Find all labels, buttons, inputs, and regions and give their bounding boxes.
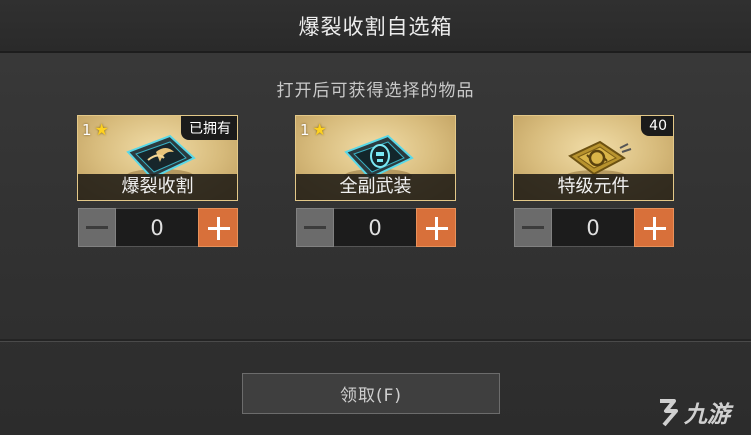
quantity-value[interactable]: 0 [552, 208, 634, 247]
star-icon: ★ [94, 120, 109, 139]
item-quantity: 1 ★ [82, 120, 109, 139]
claim-button[interactable]: 领取(F) [242, 373, 500, 414]
selection-box-panel: 爆裂收割自选箱 打开后可获得选择的物品 1 ★ 已拥有 爆裂收割 0 1 ★ 全… [0, 0, 751, 435]
quantity-stepper: 0 [514, 208, 674, 247]
item-card-full-armament[interactable]: 1 ★ 全副武装 [295, 115, 456, 201]
quantity-value[interactable]: 0 [334, 208, 416, 247]
quantity-stepper: 0 [78, 208, 238, 247]
instruction-text: 打开后可获得选择的物品 [276, 81, 475, 101]
claim-button-label: 领取(F) [339, 386, 403, 406]
star-icon: ★ [312, 120, 327, 139]
quantity-value[interactable]: 0 [116, 208, 198, 247]
minus-icon [304, 226, 326, 229]
increase-button[interactable] [634, 208, 674, 247]
item-quantity: 1 ★ [300, 120, 327, 139]
quantity-stepper: 0 [296, 208, 456, 247]
item-name: 爆裂收割 [78, 174, 237, 200]
count-badge: 40 [641, 116, 673, 136]
decrease-button[interactable] [78, 208, 116, 247]
logo-icon [660, 399, 678, 427]
divider [0, 339, 751, 342]
minus-icon [86, 226, 108, 229]
increase-button[interactable] [416, 208, 456, 247]
item-name: 特级元件 [514, 174, 673, 200]
item-card-premium-component[interactable]: 40 特级元件 [513, 115, 674, 201]
increase-button[interactable] [198, 208, 238, 247]
decrease-button[interactable] [296, 208, 334, 247]
page-title: 爆裂收割自选箱 [298, 14, 453, 39]
item-name: 全副武装 [296, 174, 455, 200]
watermark-text: 九游 [684, 402, 730, 428]
title-bar: 爆裂收割自选箱 [0, 0, 751, 53]
item-card-bursting-harvest[interactable]: 1 ★ 已拥有 爆裂收割 [77, 115, 238, 201]
watermark-logo: 九游 [656, 392, 748, 432]
minus-icon [522, 226, 544, 229]
decrease-button[interactable] [514, 208, 552, 247]
